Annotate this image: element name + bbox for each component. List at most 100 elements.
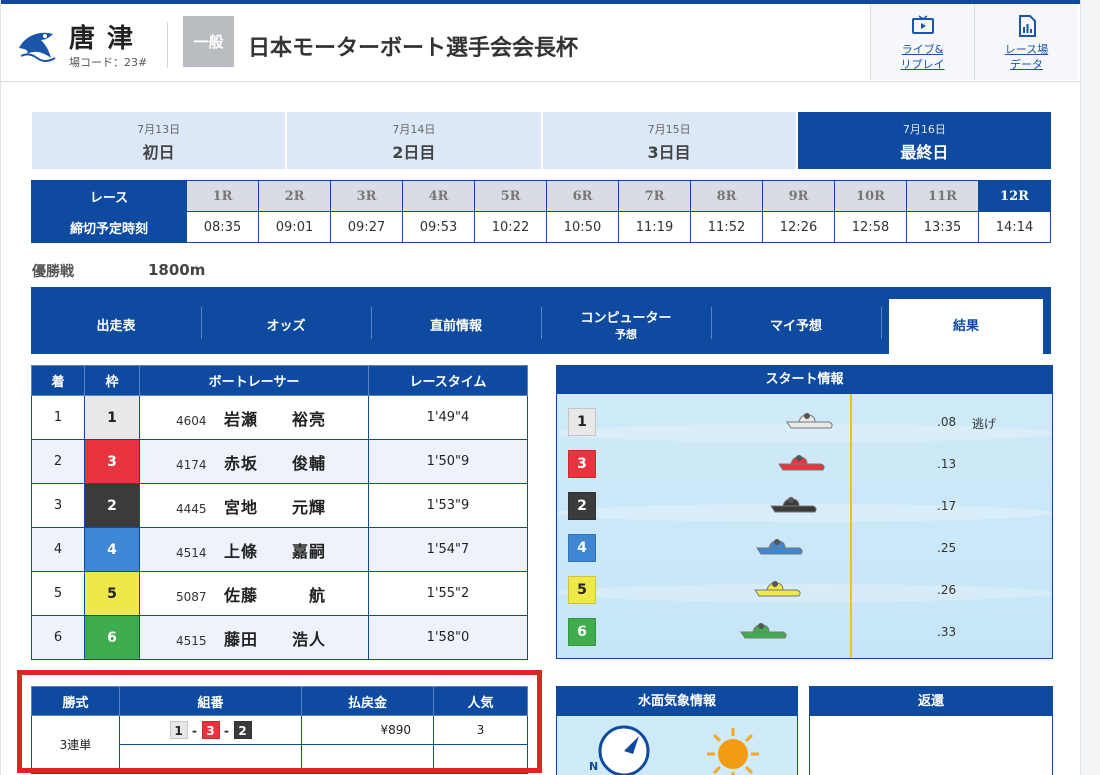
- table-row: 5 5 5087 佐藤 航 1'55"2: [31, 571, 528, 616]
- race-link-11r[interactable]: 11R: [906, 180, 979, 212]
- race-link-5r[interactable]: 5R: [474, 180, 547, 212]
- racer-name[interactable]: 上條 嘉嗣: [224, 538, 334, 562]
- racer-number: 4445: [176, 501, 207, 516]
- tab-pre-race-info[interactable]: 直前情報: [371, 299, 541, 354]
- wind-compass-icon: [598, 725, 650, 775]
- frame-badge: 1: [568, 408, 596, 436]
- racer-name[interactable]: 宮地 元輝: [224, 494, 334, 518]
- racer-cell[interactable]: 4174 赤坂 俊輔: [139, 439, 369, 484]
- race-time: 1'49"4: [368, 395, 528, 440]
- race-link-12r[interactable]: 12R: [978, 180, 1051, 212]
- table-row: 1 1 4604 岩瀬 裕亮 1'49"4: [31, 395, 528, 440]
- day-date: 7月13日: [137, 123, 181, 136]
- start-timing: .17: [937, 499, 957, 513]
- refund-title: 返還: [810, 687, 1052, 716]
- day-tab-3[interactable]: 7月15日 3日目: [542, 112, 798, 169]
- racer-name[interactable]: 佐藤 航: [224, 582, 334, 606]
- tab-entry-list[interactable]: 出走表: [31, 299, 201, 354]
- race-time: 1'58"0: [368, 615, 528, 660]
- weather-panel: 水面気象情報 N: [556, 686, 798, 775]
- frame-badge: 6: [568, 618, 596, 646]
- race-time: 1'50"9: [368, 439, 528, 484]
- racer-number: 4515: [176, 633, 207, 648]
- boat-icon: [770, 497, 817, 513]
- race-nav-tabs: 出走表 オッズ 直前情報 コンピューター 予想 マイ予想 結果: [31, 287, 1051, 354]
- day-date: 7月16日: [902, 123, 946, 136]
- col-frame: 枠: [84, 365, 140, 396]
- race-link-10r[interactable]: 10R: [834, 180, 907, 212]
- deadline-time: 09:27: [330, 211, 403, 243]
- start-info-title: スタート情報: [557, 366, 1052, 394]
- racer-name[interactable]: 藤田 浩人: [224, 626, 334, 650]
- racer-cell[interactable]: 4514 上條 嘉嗣: [139, 527, 369, 572]
- day-name: 最終日: [900, 143, 949, 162]
- race-link-3r[interactable]: 3R: [330, 180, 403, 212]
- racer-name[interactable]: 岩瀬 裕亮: [224, 406, 334, 430]
- sun-icon: [707, 728, 759, 775]
- page: 唐津 場コード：23# 一般 日本モーターボート選手会会長杯 ライブ& リプレイ…: [0, 0, 1081, 775]
- results-table: 着 枠 ボートレーサー レースタイム 1 1 4604 岩瀬 裕亮 1'49"4 …: [31, 365, 528, 660]
- start-info-panel: スタート情報 1.08 逃げ 3.13 2.17 4.25 5.26 6.33: [556, 365, 1053, 659]
- tab-computer-prediction[interactable]: コンピューター 予想: [541, 299, 711, 354]
- race-link-7r[interactable]: 7R: [618, 180, 691, 212]
- venue-code: 場コード：23#: [69, 56, 148, 69]
- race-data-button[interactable]: レース場 データ: [974, 4, 1078, 80]
- deadline-time: 14:14: [978, 211, 1051, 243]
- live-replay-button[interactable]: ライブ& リプレイ: [870, 4, 974, 80]
- frame-badge: 2: [84, 483, 140, 528]
- day-tab-4[interactable]: 7月16日 最終日: [797, 112, 1051, 169]
- place: 1: [31, 395, 85, 440]
- racer-cell[interactable]: 4445 宮地 元輝: [139, 483, 369, 528]
- race-link-4r[interactable]: 4R: [402, 180, 475, 212]
- deadline-time: 10:22: [474, 211, 547, 243]
- tab-results[interactable]: 結果: [889, 299, 1043, 354]
- race-distance: 1800m: [148, 261, 206, 279]
- race-link-2r[interactable]: 2R: [258, 180, 331, 212]
- col-place: 着: [31, 365, 85, 396]
- day-tab-2[interactable]: 7月14日 2日目: [287, 112, 543, 169]
- race-time: 1'55"2: [368, 571, 528, 616]
- race-link-1r[interactable]: 1R: [186, 180, 259, 212]
- start-row: 1 .08 逃げ: [557, 406, 1052, 440]
- table-row: 3 2 4445 宮地 元輝 1'53"9: [31, 483, 528, 528]
- day-tab-1[interactable]: 7月13日 初日: [32, 112, 288, 169]
- racer-name[interactable]: 赤坂 俊輔: [224, 450, 334, 474]
- race-link-6r[interactable]: 6R: [546, 180, 619, 212]
- header: 唐津 場コード：23# 一般 日本モーターボート選手会会長杯 ライブ& リプレイ…: [1, 4, 1081, 82]
- time-header-cell: 締切予定時刻: [31, 211, 187, 243]
- header-divider: [167, 22, 168, 68]
- race-header-cell: レース: [31, 180, 187, 212]
- scrollbar[interactable]: [1080, 0, 1100, 775]
- start-timing: .25: [937, 541, 957, 555]
- table-row: 4 4 4514 上條 嘉嗣 1'54"7: [31, 527, 528, 572]
- place: 3: [31, 483, 85, 528]
- deadline-time: 11:52: [690, 211, 763, 243]
- start-timing: .26: [937, 583, 957, 597]
- weather-body: N: [557, 716, 797, 775]
- race-time: 1'53"9: [368, 483, 528, 528]
- race-link-8r[interactable]: 8R: [690, 180, 763, 212]
- race-link-9r[interactable]: 9R: [762, 180, 835, 212]
- deadline-time: 12:58: [834, 211, 907, 243]
- deadline-time: 09:53: [402, 211, 475, 243]
- tab-odds[interactable]: オッズ: [201, 299, 371, 354]
- racer-cell[interactable]: 4515 藤田 浩人: [139, 615, 369, 660]
- winning-move: 逃げ: [972, 417, 997, 431]
- table-row: 6 6 4515 藤田 浩人 1'58"0: [31, 615, 528, 660]
- tab-my-prediction[interactable]: マイ予想: [711, 299, 881, 354]
- racer-cell[interactable]: 4604 岩瀬 裕亮: [139, 395, 369, 440]
- frame-badge: 1: [84, 395, 140, 440]
- day-tabs: 7月13日 初日 7月14日 2日目 7月15日 3日目 7月16日 最終日: [32, 112, 1051, 169]
- start-row: 4.25: [557, 532, 1052, 566]
- frame-badge: 2: [568, 492, 596, 520]
- race-schedule-table: レース 1R 2R 3R 4R 5R 6R 7R 8R 9R 10R 11R 1…: [31, 180, 1051, 243]
- start-timing: .33: [937, 625, 957, 639]
- race-time: 1'54"7: [368, 527, 528, 572]
- col-time: レースタイム: [368, 365, 528, 396]
- race-data-label: レース場 データ: [1004, 43, 1049, 71]
- tab-computer-label: コンピューター: [580, 310, 672, 326]
- place: 4: [31, 527, 85, 572]
- racer-cell[interactable]: 5087 佐藤 航: [139, 571, 369, 616]
- nav-divider: [881, 307, 882, 339]
- venue-logo-icon: [19, 32, 56, 62]
